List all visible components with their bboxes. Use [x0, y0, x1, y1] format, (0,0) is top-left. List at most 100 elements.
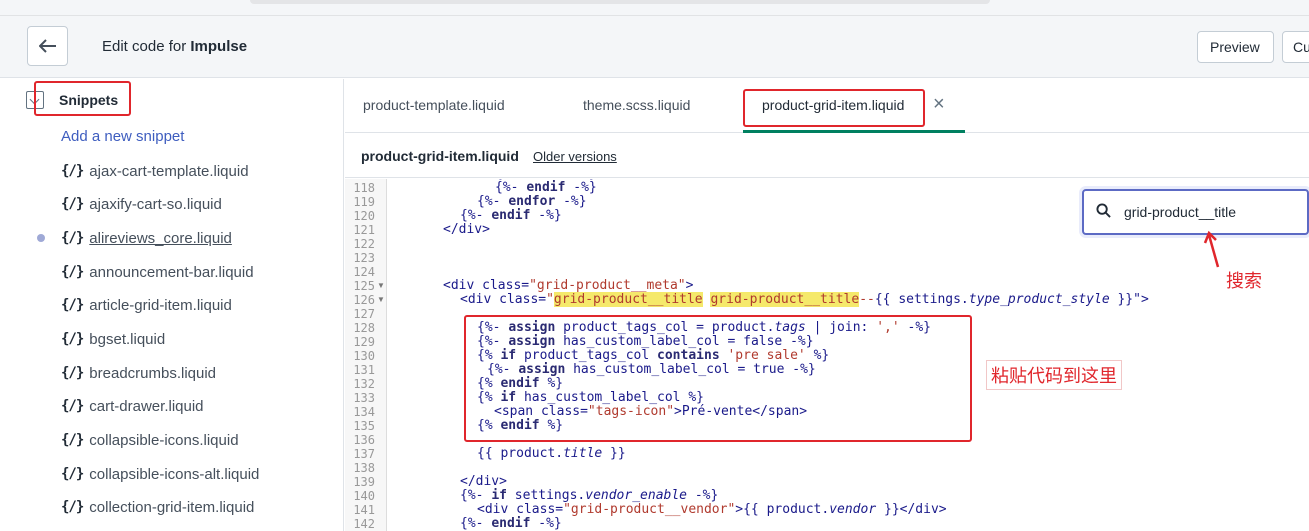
editor-panel: product-template.liquid theme.scss.liqui… [345, 79, 1309, 531]
code-line: </div> [443, 222, 490, 237]
search-annotation: 搜索 [1226, 271, 1262, 292]
browser-top-strip [0, 0, 1309, 16]
liquid-file-icon: {/} [61, 365, 84, 381]
sidebar-item-label: ajax-cart-template.liquid [89, 162, 249, 180]
sidebar-item-collapsible-icons-alt[interactable]: {/} collapsible-icons-alt.liquid [61, 463, 259, 485]
modified-dot [37, 234, 45, 242]
sidebar-item-label: cart-drawer.liquid [89, 397, 204, 415]
arrow-left-icon [38, 39, 56, 53]
sidebar-item-label: announcement-bar.liquid [89, 263, 254, 281]
code-line: {%- if settings.vendor_enable -%} [460, 488, 719, 503]
line-number: 129 [353, 335, 375, 349]
code-line: <div class="grid-product__vendor">{{ pro… [477, 502, 947, 517]
liquid-file-icon: {/} [61, 163, 84, 179]
line-number: 142 [353, 517, 375, 531]
line-number: 138 [353, 461, 375, 475]
preview-button[interactable]: Preview [1197, 31, 1274, 63]
search-input-value: grid-product__title [1124, 204, 1237, 220]
page-title: Edit code for Impulse [102, 38, 247, 55]
fold-arrow-icon[interactable]: ▼ [377, 279, 385, 293]
line-number: 136 [353, 433, 375, 447]
liquid-file-icon: {/} [61, 230, 84, 246]
line-number: 128 [353, 321, 375, 335]
annotation-box-snippets [34, 81, 131, 116]
liquid-file-icon: {/} [61, 196, 84, 212]
search-input[interactable]: grid-product__title [1082, 189, 1309, 235]
active-tab-indicator [743, 130, 965, 133]
code-line: {%- endif -%} [460, 516, 562, 531]
code-line: <div class="grid-product__meta"> [443, 278, 694, 293]
liquid-file-icon: {/} [61, 432, 84, 448]
sidebar-item-label: ajaxify-cart-so.liquid [89, 195, 222, 213]
sidebar-item-ajaxify-cart-so[interactable]: {/} ajaxify-cart-so.liquid [61, 193, 222, 215]
line-number: 137 [353, 447, 375, 461]
preview-label: Preview [1210, 39, 1260, 55]
line-number: 130 [353, 349, 375, 363]
sidebar-item-ajax-cart-template[interactable]: {/} ajax-cart-template.liquid [61, 160, 249, 182]
sidebar-item-announcement-bar[interactable]: {/} announcement-bar.liquid [61, 261, 254, 283]
code-line: {{ product.title }} [477, 446, 626, 461]
close-tab-icon[interactable]: × [933, 93, 945, 116]
liquid-file-icon: {/} [61, 264, 84, 280]
line-number: 133 [353, 391, 375, 405]
search-icon [1096, 203, 1111, 218]
line-number: 121 [353, 223, 375, 237]
line-number: 127 [353, 307, 375, 321]
paste-annotation: 粘贴代码到这里 [986, 360, 1122, 390]
sidebar-item-bgset[interactable]: {/} bgset.liquid [61, 328, 165, 350]
line-number: 140 [353, 489, 375, 503]
annotation-box-tab [743, 89, 925, 127]
line-number: 134 [353, 405, 375, 419]
sidebar-item-article-grid-item[interactable]: {/} article-grid-item.liquid [61, 294, 232, 316]
tab-theme-scss[interactable]: theme.scss.liquid [583, 97, 690, 113]
tab-product-template[interactable]: product-template.liquid [363, 97, 505, 113]
file-tabs: product-template.liquid theme.scss.liqui… [345, 79, 1309, 133]
line-number: 118 [353, 181, 375, 195]
line-number: 131 [353, 363, 375, 377]
sidebar-item-cart-drawer[interactable]: {/} cart-drawer.liquid [61, 395, 204, 417]
liquid-file-icon: {/} [61, 331, 84, 347]
sidebar-item-collection-grid-item[interactable]: {/} collection-grid-item.liquid [61, 496, 254, 518]
fold-arrow-icon[interactable]: ▼ [377, 293, 385, 307]
line-number: 141 [353, 503, 375, 517]
line-number: 123 [353, 251, 375, 265]
line-number: 122 [353, 237, 375, 251]
current-file-name: product-grid-item.liquid [361, 148, 519, 164]
line-number: 135 [353, 419, 375, 433]
customize-label: Cu [1293, 39, 1309, 55]
customize-button[interactable]: Cu [1282, 31, 1309, 63]
line-gutter: 118 119 120 121 122 123 124 125 126 127 … [345, 179, 387, 531]
sidebar-item-breadcrumbs[interactable]: {/} breadcrumbs.liquid [61, 362, 216, 384]
sidebar-item-label: article-grid-item.liquid [89, 296, 232, 314]
code-line: {%- endfor -%} [477, 194, 587, 209]
line-number: 119 [353, 195, 375, 209]
annotation-arrow-icon [1203, 230, 1220, 268]
sidebar-item-label: collection-grid-item.liquid [89, 498, 255, 516]
page-header: Edit code for Impulse Preview Cu [0, 16, 1309, 78]
line-number: 126 [353, 293, 375, 307]
sidebar-item-label: collapsible-icons-alt.liquid [89, 465, 260, 483]
code-line: <div class="grid-product__title grid-pro… [460, 292, 1149, 307]
liquid-file-icon: {/} [61, 398, 84, 414]
code-line: {%- endif -%} [460, 208, 562, 223]
line-number: 120 [353, 209, 375, 223]
page-title-prefix: Edit code for [102, 38, 191, 55]
address-bar-edge [250, 0, 990, 4]
file-sidebar: Snippets Add a new snippet {/} ajax-cart-… [0, 79, 344, 531]
sidebar-item-label: bgset.liquid [89, 330, 166, 348]
add-snippet-link[interactable]: Add a new snippet [61, 128, 184, 145]
line-number: 125 [353, 279, 375, 293]
theme-name: Impulse [190, 38, 248, 55]
liquid-file-icon: {/} [61, 499, 84, 515]
sidebar-item-label: alireviews_core.liquid [89, 229, 232, 247]
file-info-bar: product-grid-item.liquid Older versions [345, 134, 1309, 178]
older-versions-link[interactable]: Older versions [533, 149, 617, 164]
sidebar-item-collapsible-icons[interactable]: {/} collapsible-icons.liquid [61, 429, 239, 451]
back-button[interactable] [27, 26, 68, 66]
line-number: 124 [353, 265, 375, 279]
liquid-file-icon: {/} [61, 466, 84, 482]
sidebar-item-alireviews-core[interactable]: {/} alireviews_core.liquid [61, 227, 232, 249]
sidebar-item-label: breadcrumbs.liquid [89, 364, 217, 382]
liquid-file-icon: {/} [61, 297, 84, 313]
code-line: {%- endif -%} [495, 180, 597, 195]
